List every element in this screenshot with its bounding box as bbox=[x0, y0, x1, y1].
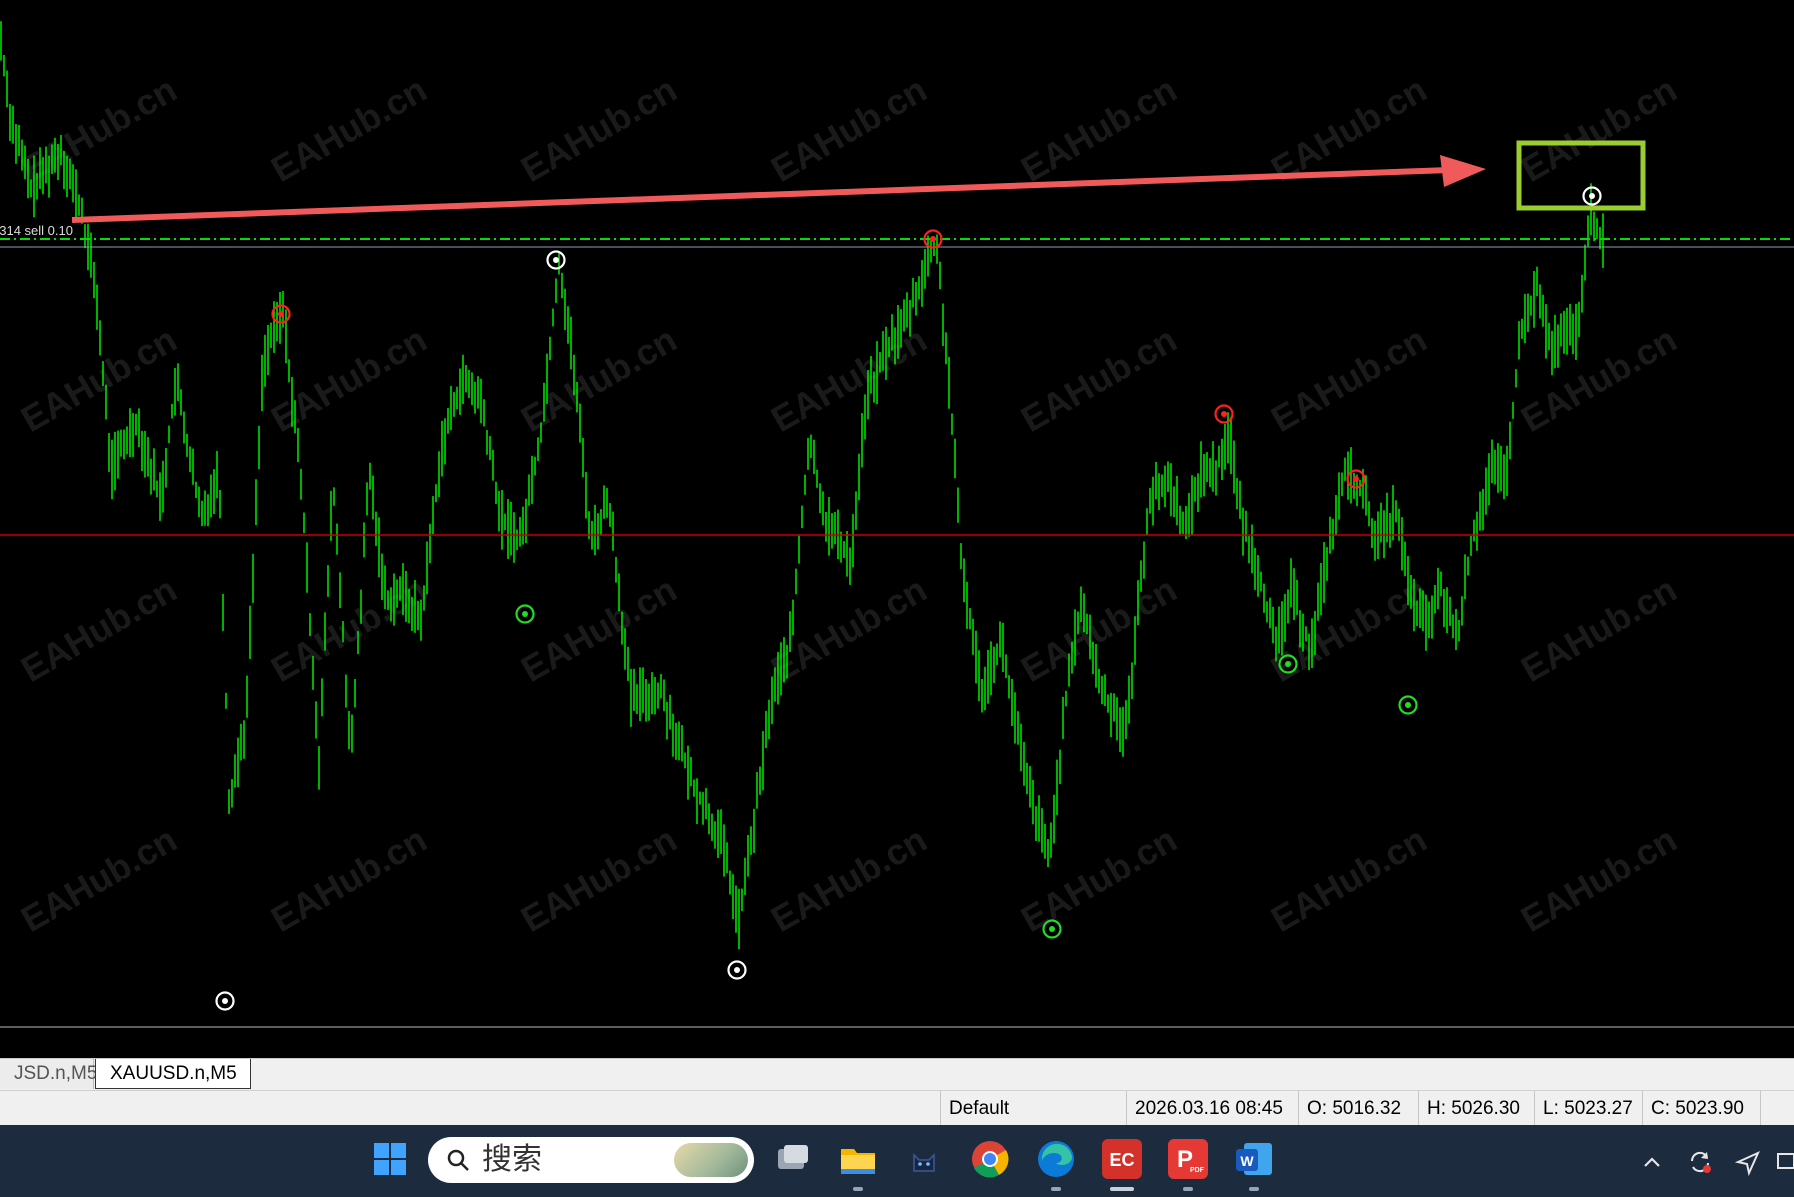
swing-low-marker bbox=[515, 604, 535, 624]
watermark-text: EAHub.cn bbox=[514, 568, 683, 690]
watermark-text: EAHub.cn bbox=[1014, 318, 1183, 440]
status-bar: Default 2026.03.16 08:45 O: 5016.32 H: 5… bbox=[0, 1090, 1794, 1126]
watermark-text: EAHub.cn bbox=[264, 568, 433, 690]
svg-text:PDF: PDF bbox=[1190, 1167, 1205, 1174]
swing-high-marker bbox=[546, 250, 566, 270]
watermark-text: EAHub.cn bbox=[514, 68, 683, 190]
watermark-text: EAHub.cn bbox=[764, 318, 933, 440]
chevron-up-icon[interactable] bbox=[1637, 1147, 1667, 1177]
tab-chart-inactive[interactable]: JSD.n,M5 bbox=[0, 1059, 97, 1089]
watermark-text: EAHub.cn bbox=[264, 818, 433, 940]
swing-low-marker bbox=[1398, 695, 1418, 715]
status-profile: Default bbox=[940, 1091, 1130, 1126]
running-indicator-active bbox=[1110, 1187, 1134, 1191]
swing-high-marker bbox=[1582, 186, 1602, 206]
word-icon[interactable]: W bbox=[1234, 1139, 1274, 1179]
annotation-arrow-head bbox=[1440, 155, 1486, 187]
swing-high-marker bbox=[1346, 469, 1366, 489]
chrome-icon[interactable] bbox=[970, 1139, 1010, 1179]
status-open: O: 5016.32 bbox=[1298, 1091, 1424, 1126]
search-placeholder: 搜索 bbox=[482, 1142, 542, 1177]
running-indicator bbox=[1051, 1187, 1061, 1191]
running-indicator bbox=[853, 1187, 863, 1191]
watermark-text: EAHub.cn bbox=[1514, 68, 1683, 190]
tab-xauusd-m5[interactable]: XAUUSD.n,M5 bbox=[95, 1059, 251, 1089]
notification-icon[interactable] bbox=[1776, 1147, 1794, 1177]
watermark-text: EAHub.cn bbox=[14, 568, 183, 690]
watermark-text: EAHub.cn bbox=[1514, 818, 1683, 940]
watermark-text: EAHub.cn bbox=[514, 818, 683, 940]
pdf-app-icon[interactable]: P PDF bbox=[1168, 1139, 1208, 1179]
windows-taskbar: 搜索 EC P PDF W bbox=[0, 1125, 1794, 1197]
ec-app-icon[interactable]: EC bbox=[1102, 1139, 1142, 1179]
status-close: C: 5023.90 bbox=[1642, 1091, 1758, 1126]
file-explorer-icon[interactable] bbox=[838, 1139, 878, 1179]
swing-high-marker bbox=[1214, 404, 1234, 424]
chart-canvas[interactable]: EAHub.cn EAHub.cn EAHub.cn EAHub.cn EAHub.cn… bbox=[0, 0, 1794, 1028]
search-icon bbox=[447, 1149, 469, 1171]
trade-line-label: 0314 sell 0.10 bbox=[0, 223, 73, 238]
status-low: L: 5023.27 bbox=[1534, 1091, 1648, 1126]
edge-icon[interactable] bbox=[1036, 1139, 1076, 1179]
status-datetime: 2026.03.16 08:45 bbox=[1126, 1091, 1302, 1126]
watermark-text: EAHub.cn bbox=[264, 68, 433, 190]
swing-high-marker bbox=[271, 304, 291, 324]
sync-icon[interactable] bbox=[1685, 1147, 1715, 1177]
running-indicator bbox=[1183, 1187, 1193, 1191]
watermark-text: EAHub.cn bbox=[1264, 318, 1433, 440]
windows-start-icon[interactable] bbox=[370, 1139, 410, 1179]
chart-tab-bar: JSD.n,M5 XAUUSD.n,M5 bbox=[0, 1058, 1794, 1091]
watermark-text: EAHub.cn bbox=[14, 818, 183, 940]
task-view-icon[interactable] bbox=[772, 1139, 812, 1179]
price-chart[interactable]: EAHub.cn EAHub.cn EAHub.cn EAHub.cn EAHub.cn… bbox=[0, 0, 1794, 1028]
cat-app-icon[interactable] bbox=[904, 1139, 944, 1179]
svg-text:EC: EC bbox=[1109, 1150, 1134, 1170]
watermark-text: EAHub.cn bbox=[14, 318, 183, 440]
swing-low-marker bbox=[215, 991, 235, 1011]
svg-text:W: W bbox=[1240, 1153, 1254, 1169]
search-highlight-image bbox=[674, 1143, 748, 1177]
location-icon[interactable] bbox=[1733, 1147, 1763, 1177]
running-indicator bbox=[1249, 1187, 1259, 1191]
watermark-text: EAHub.cn bbox=[1514, 318, 1683, 440]
swing-low-marker bbox=[727, 960, 747, 980]
watermark-text: EAHub.cn bbox=[1514, 568, 1683, 690]
watermark-text: EAHub.cn bbox=[1264, 818, 1433, 940]
watermark-text: EAHub.cn bbox=[514, 318, 683, 440]
taskbar-search-box[interactable]: 搜索 bbox=[428, 1137, 754, 1183]
watermark-text: EAHub.cn bbox=[764, 68, 933, 190]
status-extra bbox=[1760, 1091, 1794, 1126]
watermark-text: EAHub.cn bbox=[1014, 68, 1183, 190]
watermark-text: EAHub.cn bbox=[764, 818, 933, 940]
status-high: H: 5026.30 bbox=[1418, 1091, 1540, 1126]
